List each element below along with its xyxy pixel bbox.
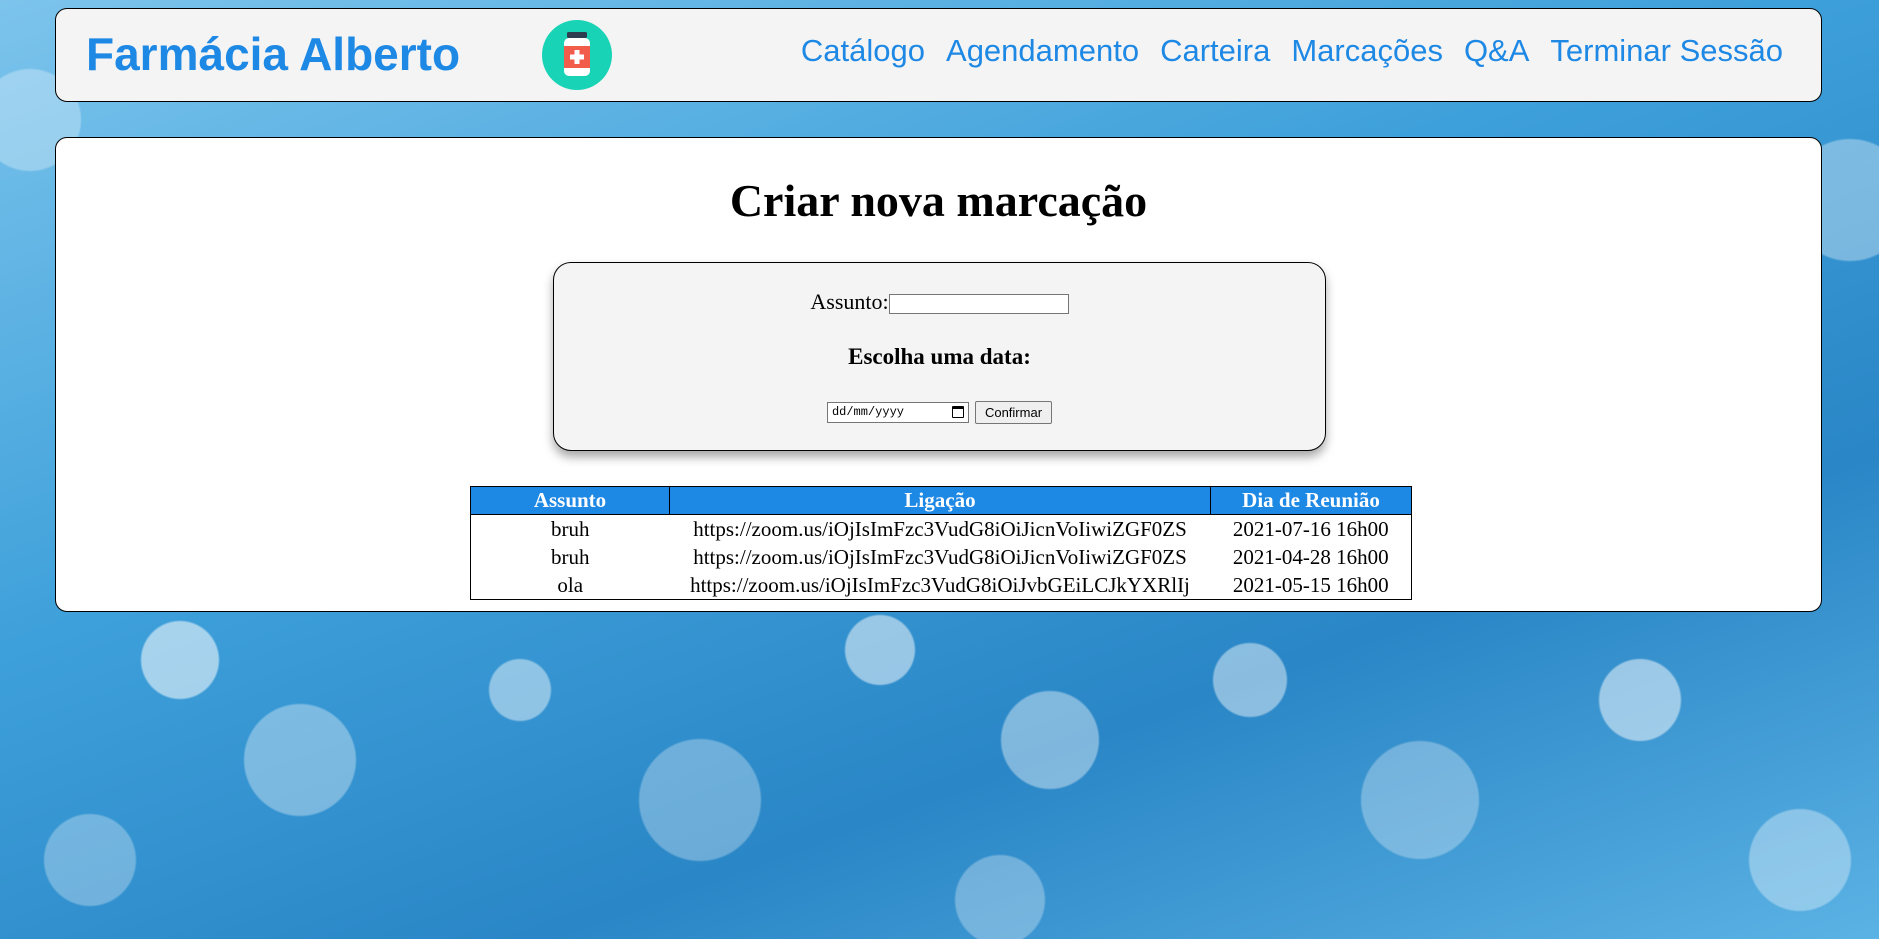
nav-logout[interactable]: Terminar Sessão (1550, 35, 1783, 66)
top-navbar: Farmácia Alberto Catálogo Agendamento Ca… (55, 8, 1822, 102)
nav-agendamento[interactable]: Agendamento (946, 35, 1139, 66)
nav-catalogo[interactable]: Catálogo (801, 35, 925, 66)
date-input[interactable]: dd/mm/yyyy (826, 402, 969, 423)
date-heading: Escolha uma data: (848, 344, 1031, 369)
cell-link[interactable]: https://zoom.us/iOjIsImFzc3VudG8iOiJvbGE… (670, 571, 1211, 600)
main-card: Criar nova marcação Assunto: Escolha uma… (55, 137, 1822, 612)
confirm-button[interactable]: Confirmar (974, 401, 1053, 424)
cell-subject: ola (557, 572, 584, 597)
calendar-icon[interactable] (951, 406, 964, 418)
table-header-row: Assunto Ligação Dia de Reunião (470, 486, 1412, 515)
subject-row: Assunto: (554, 289, 1325, 315)
column-header-subject: Assunto (470, 486, 670, 515)
cell-link[interactable]: https://zoom.us/iOjIsImFzc3VudG8iOiJicnV… (670, 515, 1211, 544)
subject-label: Assunto: (810, 289, 889, 314)
cell-day: 2021-05-15 16h00 (1232, 572, 1389, 597)
table-row: bruh https://zoom.us/iOjIsImFzc3VudG8iOi… (471, 515, 1412, 544)
medicine-bottle-icon (542, 20, 612, 90)
table-row: bruh https://zoom.us/iOjIsImFzc3VudG8iOi… (471, 543, 1412, 571)
main-nav: Catálogo Agendamento Carteira Marcações … (801, 35, 1783, 66)
cell-day: 2021-07-16 16h00 (1232, 516, 1389, 541)
appointment-form: Assunto: Escolha uma data: dd/mm/yyyy Co… (553, 262, 1326, 451)
cell-subject: bruh (551, 516, 590, 541)
table-row: ola https://zoom.us/iOjIsImFzc3VudG8iOiJ… (471, 571, 1412, 600)
nav-carteira[interactable]: Carteira (1160, 35, 1270, 66)
date-placeholder: dd/mm/yyyy (831, 405, 904, 419)
date-row: dd/mm/yyyy Confirmar (554, 401, 1325, 424)
subject-input[interactable] (888, 293, 1069, 314)
cell-day: 2021-04-28 16h00 (1232, 544, 1389, 569)
brand-title[interactable]: Farmácia Alberto (86, 31, 460, 77)
nav-qa[interactable]: Q&A (1464, 35, 1529, 66)
cell-subject: bruh (551, 544, 590, 569)
appointments-table: Assunto Ligação Dia de Reunião bruh http… (470, 486, 1412, 600)
nav-marcacoes[interactable]: Marcações (1291, 35, 1443, 66)
cell-link[interactable]: https://zoom.us/iOjIsImFzc3VudG8iOiJicnV… (670, 543, 1211, 571)
column-header-link: Ligação (669, 486, 1211, 515)
column-header-day: Dia de Reunião (1210, 486, 1412, 515)
page-title: Criar nova marcação (729, 175, 1148, 226)
